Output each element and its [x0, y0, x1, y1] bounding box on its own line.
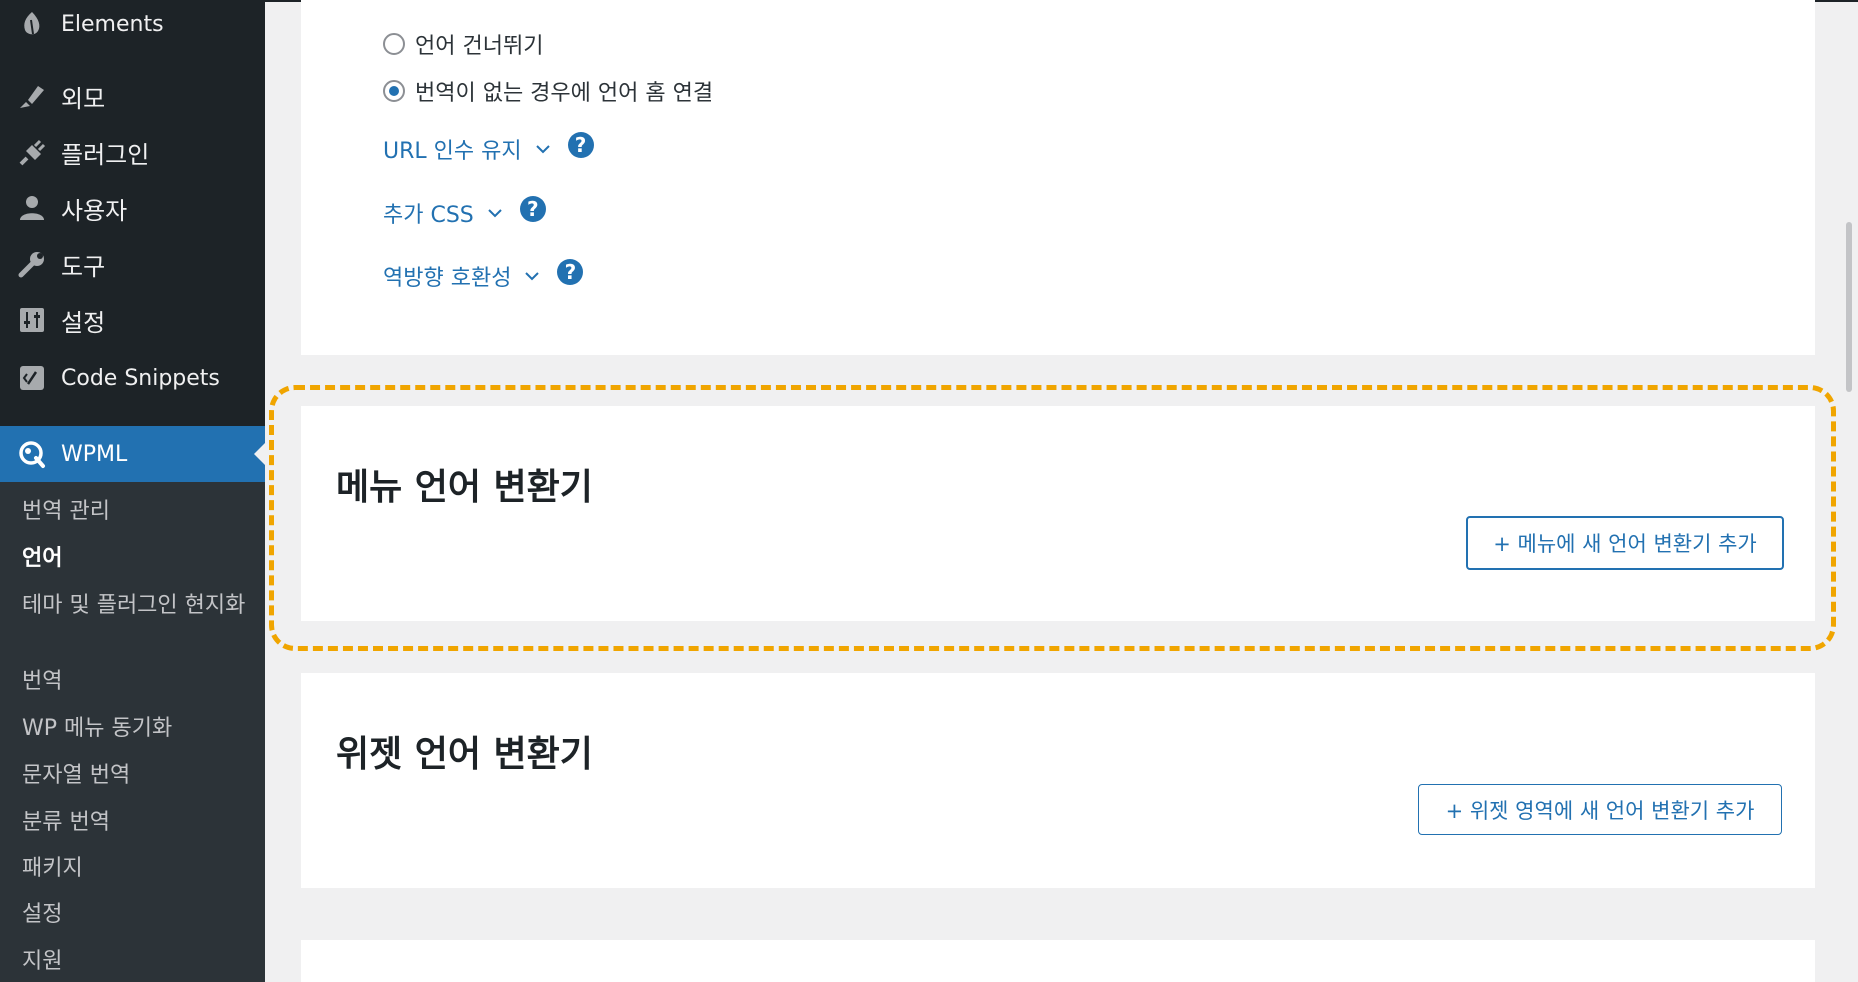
- scrollbar-thumb[interactable]: [1846, 222, 1852, 392]
- user-icon: [17, 193, 47, 223]
- chevron-down-icon: [488, 209, 502, 218]
- toggle-additional-css[interactable]: 추가 CSS ?: [383, 196, 546, 229]
- toggle-label: 추가 CSS: [383, 203, 474, 228]
- code-snippets-icon: [17, 363, 47, 393]
- submenu-item-packages[interactable]: 패키지: [22, 854, 247, 884]
- toggle-label: URL 인수 유지: [383, 139, 522, 164]
- submenu-item-languages[interactable]: 언어: [22, 544, 247, 574]
- help-icon[interactable]: ?: [519, 196, 546, 222]
- submenu-item-settings[interactable]: 설정: [22, 900, 247, 930]
- radio-skip-language[interactable]: 언어 건너뛰기: [383, 28, 543, 60]
- help-icon[interactable]: ?: [567, 132, 594, 158]
- submenu-item-theme-plugin-localization[interactable]: 테마 및 플러그인 현지화: [22, 591, 247, 621]
- chevron-down-icon: [535, 145, 550, 154]
- sidebar-item-label: 외모: [61, 84, 106, 113]
- radio-link-home[interactable]: 번역이 없는 경우에 언어 홈 연결: [383, 75, 713, 107]
- sidebar-item-appearance[interactable]: 외모: [0, 68, 265, 124]
- sidebar-item-code-snippets[interactable]: Code Snippets: [0, 350, 265, 406]
- add-widget-switcher-button[interactable]: + 위젯 영역에 새 언어 변환기 추가: [1418, 784, 1782, 835]
- add-menu-switcher-button[interactable]: + 메뉴에 새 언어 변환기 추가: [1466, 516, 1784, 570]
- widget-language-switcher-card: [301, 673, 1815, 888]
- sidebar-item-label: 사용자: [61, 196, 128, 225]
- wpml-submenu: 번역 관리 언어 테마 및 플러그인 현지화 번역 WP 메뉴 동기화 문자열 …: [0, 482, 265, 982]
- menu-switcher-title: 메뉴 언어 변환기: [336, 467, 593, 508]
- sidebar-item-label: 플러그인: [61, 140, 150, 169]
- radio-label: 언어 건너뛰기: [415, 34, 544, 59]
- admin-sidebar: Elements 외모 플러그인 사용자 도구 설정 Code Snippets…: [0, 0, 265, 982]
- sidebar-item-label: 설정: [61, 308, 106, 337]
- chevron-down-icon: [525, 272, 540, 281]
- submenu-item-translation-management[interactable]: 번역 관리: [22, 497, 247, 527]
- menu-language-switcher-card: [301, 406, 1815, 621]
- submenu-item-translations[interactable]: 번역: [22, 667, 247, 697]
- toggle-backwards-compatibility[interactable]: 역방향 호환성 ?: [383, 259, 584, 292]
- widget-switcher-title: 위젯 언어 변환기: [336, 734, 593, 775]
- sidebar-item-plugins[interactable]: 플러그인: [0, 124, 265, 180]
- settings-sliders-icon: [17, 305, 47, 335]
- sidebar-item-label: Code Snippets: [61, 365, 220, 391]
- current-menu-arrow: [254, 443, 265, 465]
- toggle-label: 역방향 호환성: [383, 266, 512, 291]
- radio-button-checked[interactable]: [383, 80, 405, 102]
- sidebar-item-tools[interactable]: 도구: [0, 236, 265, 292]
- submenu-item-string-translation[interactable]: 문자열 번역: [22, 761, 247, 791]
- sidebar-item-wpml[interactable]: WPML: [0, 426, 265, 482]
- sidebar-item-settings[interactable]: 설정: [0, 292, 265, 348]
- sidebar-item-label: Elements: [61, 11, 164, 37]
- toggle-preserve-url-args[interactable]: URL 인수 유지 ?: [383, 132, 594, 165]
- plugin-icon: [17, 137, 47, 167]
- paintbrush-icon: [17, 81, 47, 111]
- sidebar-item-users[interactable]: 사용자: [0, 180, 265, 236]
- next-settings-card: [301, 940, 1815, 982]
- wpml-icon: [17, 439, 47, 469]
- sidebar-item-elements[interactable]: Elements: [0, 0, 265, 52]
- elements-icon: [17, 9, 47, 39]
- radio-label: 번역이 없는 경우에 언어 홈 연결: [415, 81, 714, 106]
- wrench-icon: [17, 249, 47, 279]
- radio-button[interactable]: [383, 33, 405, 55]
- submenu-item-wp-menu-sync[interactable]: WP 메뉴 동기화: [22, 714, 247, 744]
- help-icon[interactable]: ?: [557, 259, 584, 285]
- submenu-item-taxonomy-translation[interactable]: 분류 번역: [22, 808, 247, 838]
- sidebar-item-label: 도구: [61, 252, 106, 281]
- submenu-item-support[interactable]: 지원: [22, 947, 247, 977]
- sidebar-item-label: WPML: [61, 441, 128, 467]
